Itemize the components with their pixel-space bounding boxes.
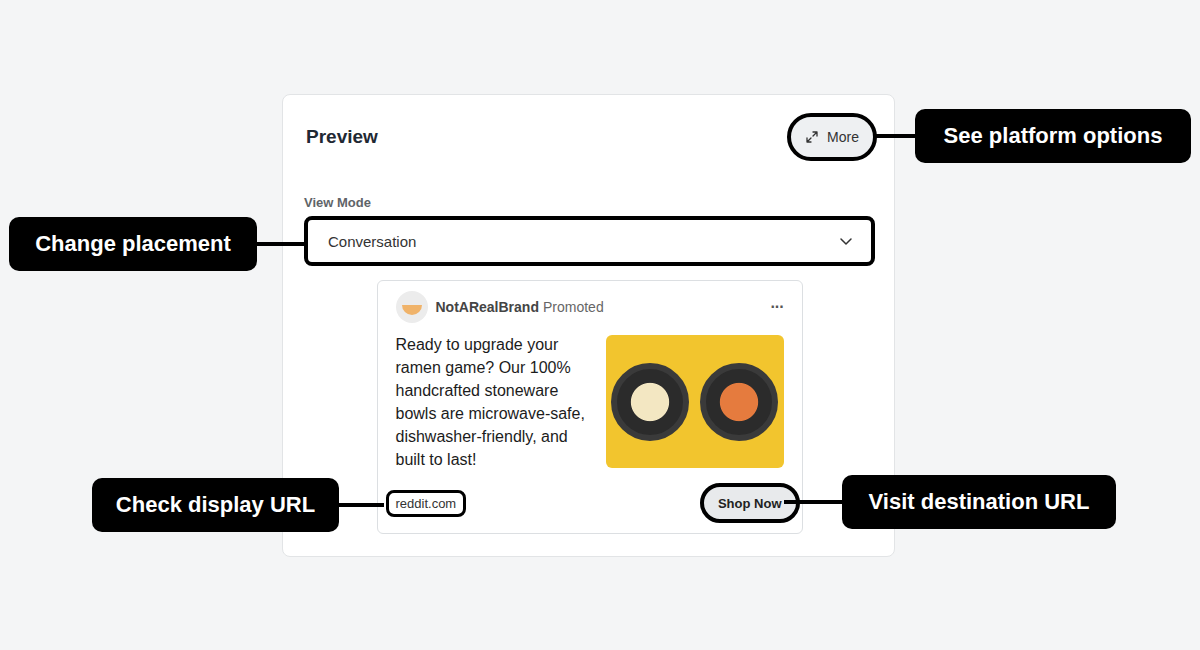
preview-header: Preview More <box>304 113 875 161</box>
view-mode-label: View Mode <box>304 195 875 210</box>
preview-card: Preview More View Mode Conversation NotAReal… <box>282 94 895 557</box>
ad-menu[interactable]: ··· <box>771 298 784 316</box>
more-label: More <box>827 129 859 145</box>
callout-line <box>876 134 916 138</box>
promoted-tag: Promoted <box>543 299 604 315</box>
callout-line <box>784 500 844 504</box>
ramen-bowl <box>700 363 778 441</box>
display-url: reddit.com <box>386 490 467 517</box>
brand-avatar <box>396 291 428 323</box>
callout-line <box>256 242 304 246</box>
bowl-icon <box>402 305 422 315</box>
callout-label: Check display URL <box>92 478 339 532</box>
more-button[interactable]: More <box>787 113 877 161</box>
callout-label: Visit destination URL <box>842 475 1116 529</box>
chevron-down-icon <box>839 234 853 248</box>
ad-text: Ready to upgrade your ramen game? Our 10… <box>396 333 602 471</box>
page: Preview More View Mode Conversation NotAReal… <box>0 0 1200 650</box>
callout-label: Change placement <box>9 217 257 271</box>
brand-name[interactable]: NotARealBrand <box>436 299 539 315</box>
ad-image <box>606 335 784 468</box>
preview-title: Preview <box>304 126 378 148</box>
expand-icon <box>805 130 819 144</box>
view-mode-value: Conversation <box>328 233 416 250</box>
callout-label: See platform options <box>915 109 1191 163</box>
callout-line <box>338 503 384 507</box>
ramen-bowl <box>611 363 689 441</box>
ad-footer: reddit.comShop Now <box>386 483 800 523</box>
ad-preview: NotARealBrandPromoted ··· Ready to upgrade… <box>377 280 803 534</box>
ad-header: NotARealBrandPromoted ··· <box>396 291 784 323</box>
view-mode-select[interactable]: Conversation <box>304 216 875 266</box>
ad-body: Ready to upgrade your ramen game? Our 10… <box>396 333 784 471</box>
